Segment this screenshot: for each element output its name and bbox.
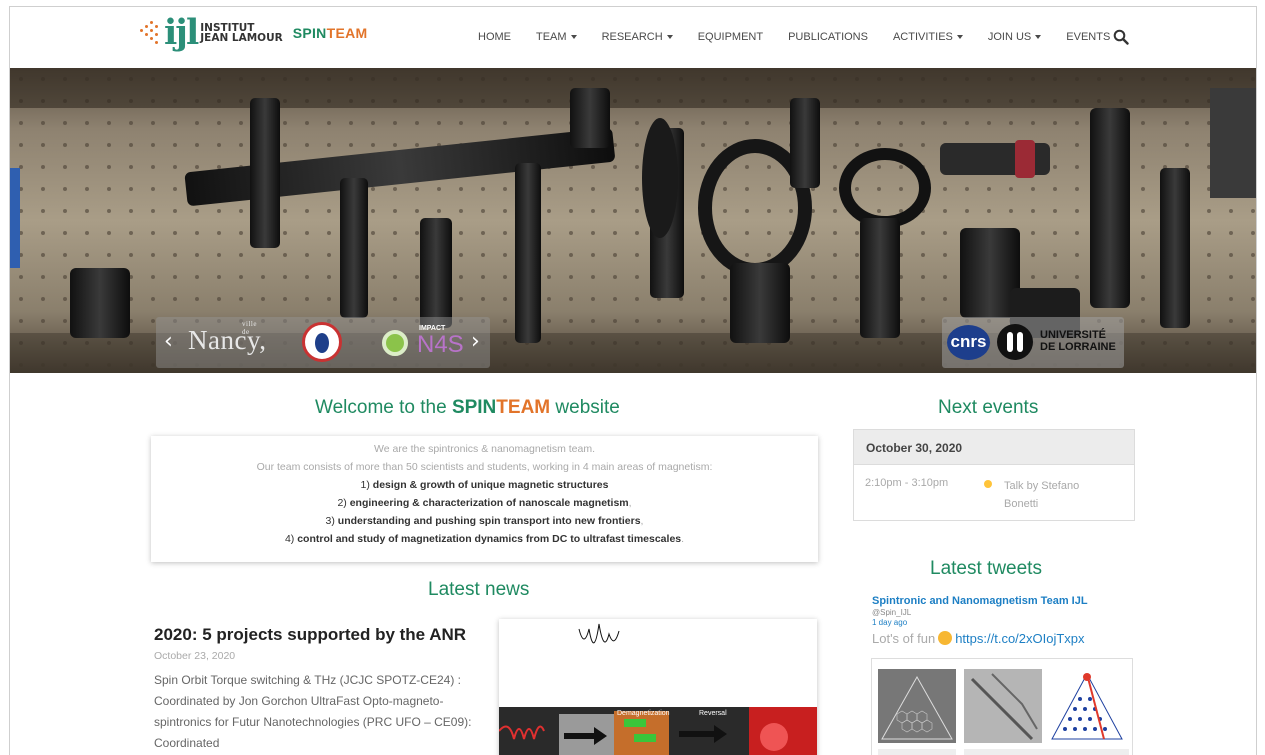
caret-down-icon bbox=[1035, 35, 1042, 40]
event-date: October 30, 2020 bbox=[854, 430, 1134, 465]
n4s-logo: N4S bbox=[417, 331, 464, 358]
tweet-text: Lot's of fun https://t.co/2xOIojTxpx bbox=[872, 631, 1085, 646]
tweet-timestamp[interactable]: 1 day ago bbox=[872, 618, 907, 627]
lorraine-impact-logo bbox=[382, 330, 408, 356]
image-label-reversal: Reversal bbox=[699, 710, 727, 717]
news-article-image[interactable]: Demagnetization Reversal bbox=[499, 619, 817, 755]
nav-home[interactable]: HOME bbox=[478, 31, 511, 43]
universite-lorraine-logo: UNIVERSITÉ DE LORRAINE bbox=[1040, 329, 1116, 353]
chevron-right-icon[interactable]: › bbox=[471, 331, 480, 353]
caret-down-icon bbox=[956, 35, 963, 40]
partner-logos-left: ‹ ville de Nancy, IMPACT N4S › bbox=[156, 317, 490, 368]
welcome-intro: We are the spintronics & nanomagnetism t… bbox=[374, 443, 595, 455]
logo-dots bbox=[138, 15, 162, 51]
main-nav: HOME TEAM RESEARCH EQUIPMENT PUBLICATION… bbox=[478, 31, 1135, 43]
event-dot-icon bbox=[984, 480, 992, 488]
research-area-3: 3) understanding and pushing spin transp… bbox=[325, 515, 644, 527]
news-article-date: October 23, 2020 bbox=[154, 650, 236, 662]
tweet-author-name[interactable]: Spintronic and Nanomagnetism Team IJL bbox=[872, 595, 1088, 607]
welcome-box: We are the spintronics & nanomagnetism t… bbox=[151, 436, 818, 562]
hero-banner: ‹ ville de Nancy, IMPACT N4S › cnrs UNIVE… bbox=[10, 68, 1256, 373]
tweet-author-handle[interactable]: @Spin_IJL bbox=[872, 608, 911, 617]
universite-lorraine-mark bbox=[997, 324, 1033, 360]
research-area-4: 4) control and study of magnetization dy… bbox=[284, 533, 685, 545]
nav-research[interactable]: RESEARCH bbox=[602, 31, 673, 43]
logo-ijl: ijl bbox=[164, 12, 199, 53]
partner-logos-right: cnrs UNIVERSITÉ DE LORRAINE bbox=[942, 317, 1124, 368]
caret-down-icon bbox=[570, 35, 577, 40]
ministry-logo bbox=[302, 322, 342, 362]
logo-spinteam: SPINTEAM bbox=[292, 25, 368, 41]
nav-team[interactable]: TEAM bbox=[536, 31, 577, 43]
nav-events[interactable]: EVENTS bbox=[1066, 31, 1110, 43]
nav-publications[interactable]: PUBLICATIONS bbox=[788, 31, 868, 43]
news-article-excerpt: Spin Orbit Torque switching & THz (JCJC … bbox=[154, 673, 472, 750]
events-list: October 30, 2020 2:10pm - 3:10pm Talk by… bbox=[853, 429, 1135, 521]
nancy-logo: ville de Nancy, bbox=[188, 320, 267, 355]
page-frame: ijl INSTITUT JEAN LAMOUR SPINTEAM HOME T… bbox=[9, 6, 1257, 755]
nav-join-us[interactable]: JOIN US bbox=[988, 31, 1042, 43]
news-illustration: Demagnetization Reversal bbox=[499, 623, 817, 755]
navbar: ijl INSTITUT JEAN LAMOUR SPINTEAM HOME T… bbox=[10, 7, 1256, 68]
site-logo[interactable]: ijl INSTITUT JEAN LAMOUR SPINTEAM bbox=[138, 13, 367, 53]
latest-news-title: Latest news bbox=[428, 579, 530, 600]
welcome-title: Welcome to the SPINTEAM website bbox=[315, 397, 620, 418]
event-title-link[interactable]: Talk by Stefano Bonetti bbox=[1004, 477, 1114, 513]
image-label-demagnetization: Demagnetization bbox=[617, 710, 670, 717]
tweet-figure bbox=[878, 669, 1129, 755]
welcome-description: Our team consists of more than 50 scient… bbox=[256, 461, 713, 473]
latest-tweets-title: Latest tweets bbox=[930, 558, 1042, 579]
research-area-1: 1) design & growth of unique magnetic st… bbox=[360, 479, 609, 491]
nav-equipment[interactable]: EQUIPMENT bbox=[698, 31, 763, 43]
logo-institute: INSTITUT JEAN LAMOUR bbox=[200, 22, 283, 44]
next-events-title: Next events bbox=[938, 397, 1039, 418]
heart-eyes-emoji-icon bbox=[938, 631, 953, 645]
chevron-left-icon[interactable]: ‹ bbox=[164, 331, 173, 353]
nav-activities[interactable]: ACTIVITIES bbox=[893, 31, 963, 43]
event-time: 2:10pm - 3:10pm bbox=[865, 477, 949, 489]
search-icon[interactable] bbox=[1113, 29, 1129, 45]
caret-down-icon bbox=[666, 35, 673, 40]
cnrs-logo: cnrs bbox=[947, 325, 990, 360]
tweet-link[interactable]: https://t.co/2xOIojTxpx bbox=[955, 631, 1084, 646]
tweet-media-image[interactable] bbox=[871, 658, 1133, 755]
news-article-title[interactable]: 2020: 5 projects supported by the ANR bbox=[154, 625, 466, 645]
research-area-2: 2) engineering & characterization of nan… bbox=[337, 497, 632, 509]
